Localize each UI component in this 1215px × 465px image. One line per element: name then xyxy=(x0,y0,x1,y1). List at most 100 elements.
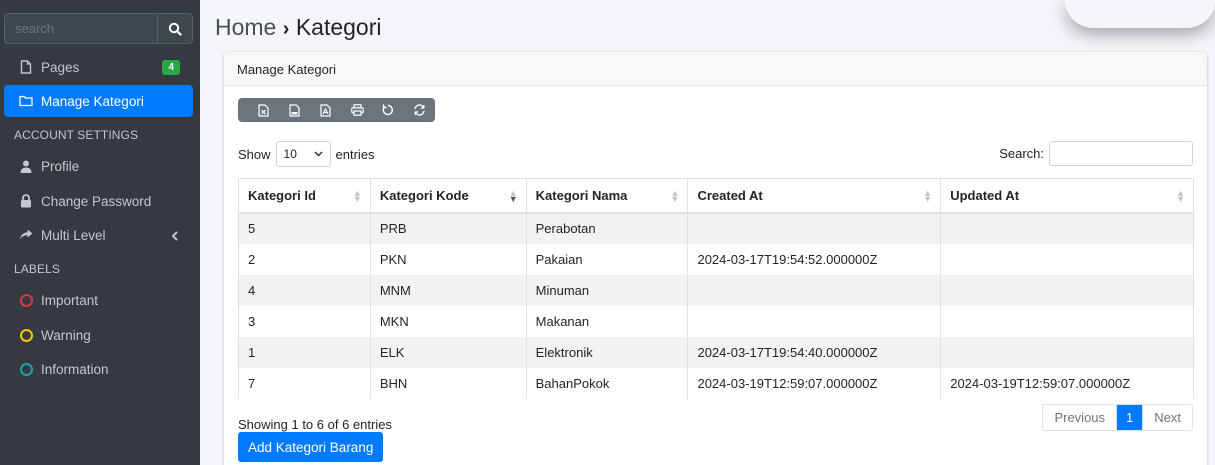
cell-created-at: 2024-03-17T19:54:52.000000Z xyxy=(687,243,942,275)
entries-label: entries xyxy=(335,146,375,162)
sidebar-item-change-password[interactable]: Change Password xyxy=(4,185,193,217)
breadcrumb-separator: › xyxy=(282,18,290,40)
export-csv-button[interactable] xyxy=(279,98,310,122)
card-title: Manage Kategori xyxy=(224,52,1207,86)
cell-kategori-kode: PKN xyxy=(369,243,527,275)
chevron-down-icon xyxy=(314,151,323,157)
breadcrumb-home[interactable]: Home xyxy=(215,14,276,40)
table-search: Search: xyxy=(999,141,1193,166)
sidebar-item-label: Multi Level xyxy=(41,227,106,243)
sidebar: Pages 4 Manage Kategori ACCOUNT SETTINGS… xyxy=(0,0,200,465)
cell-created-at: 2024-03-17T19:54:40.000000Z xyxy=(687,336,942,368)
table-info: Showing 1 to 6 of 6 entries xyxy=(238,417,392,432)
page-1-button[interactable]: 1 xyxy=(1116,405,1143,430)
sidebar-item-important[interactable]: Important xyxy=(4,284,193,316)
sidebar-item-profile[interactable]: Profile xyxy=(4,150,193,182)
cell-kategori-nama: Minuman xyxy=(525,274,689,306)
labels-header: LABELS xyxy=(14,262,60,276)
export-excel-button[interactable] xyxy=(248,98,279,122)
sort-icon: ▲ ▼ xyxy=(1176,188,1185,204)
show-label: Show xyxy=(238,146,271,162)
sidebar-item-label: Profile xyxy=(41,158,80,174)
sidebar-item-label: Important xyxy=(41,292,99,308)
kategori-table: Kategori Id ▲ ▼ Kategori Kode ▲ ▼ Kategori… xyxy=(238,178,1194,399)
entries-select-value: 10 xyxy=(283,147,297,161)
cell-kategori-nama: Perabotan xyxy=(525,212,689,244)
cell-updated-at: 2024-03-19T12:59:07.000000Z xyxy=(940,367,1194,399)
entries-select[interactable]: 10 xyxy=(275,141,331,167)
column-header-label: Kategori Kode xyxy=(379,187,469,203)
pages-count-badge: 4 xyxy=(162,60,180,75)
add-kategori-button[interactable]: Add Kategori Barang xyxy=(238,432,384,462)
print-icon xyxy=(350,104,364,116)
pagination: Previous 1 Next xyxy=(1042,404,1193,431)
sidebar-item-warning[interactable]: Warning xyxy=(4,319,193,351)
lock-icon xyxy=(19,194,33,208)
cell-updated-at xyxy=(940,212,1194,244)
sidebar-search-button[interactable] xyxy=(157,13,193,44)
search-label: Search: xyxy=(999,146,1044,161)
print-button[interactable] xyxy=(342,98,373,122)
circle-icon xyxy=(19,328,33,342)
column-header-label: Kategori Nama xyxy=(535,187,628,203)
table-row: 2 PKN Pakaian 2024-03-17T19:54:52.000000… xyxy=(238,243,1194,275)
sidebar-item-pages[interactable]: Pages 4 xyxy=(4,51,193,83)
kategori-card: Manage Kategori Show 10 entries Search: xyxy=(224,52,1207,465)
cell-created-at xyxy=(687,212,942,244)
sidebar-item-label: Change Password xyxy=(41,193,152,209)
cell-kategori-id: 7 xyxy=(238,367,371,399)
entries-length: Show 10 entries xyxy=(238,141,375,167)
sidebar-search xyxy=(4,13,193,44)
top-decoration xyxy=(1065,0,1215,28)
circle-icon xyxy=(19,362,33,376)
column-header-kategori-nama[interactable]: Kategori Nama ▲ ▼ xyxy=(525,178,689,214)
sidebar-search-input[interactable] xyxy=(4,13,157,44)
previous-page-button[interactable]: Previous xyxy=(1043,405,1116,430)
column-header-kategori-kode[interactable]: Kategori Kode ▲ ▼ xyxy=(369,178,527,214)
sidebar-item-label: Pages xyxy=(41,59,80,75)
cell-kategori-id: 1 xyxy=(238,336,371,368)
sidebar-item-information[interactable]: Information xyxy=(4,353,193,385)
sidebar-item-label: Manage Kategori xyxy=(41,93,144,109)
cell-kategori-kode: MNM xyxy=(369,274,527,306)
cell-created-at xyxy=(687,274,942,306)
table-row: 3 MKN Makanan xyxy=(238,305,1194,337)
export-toolbar xyxy=(238,98,435,122)
reload-icon xyxy=(414,104,425,116)
cell-kategori-kode: MKN xyxy=(369,305,527,337)
share-icon xyxy=(19,228,33,242)
export-pdf-button[interactable] xyxy=(310,98,341,122)
cell-updated-at xyxy=(940,336,1194,368)
table-row: 4 MNM Minuman xyxy=(238,274,1194,306)
file-icon xyxy=(19,60,33,74)
table-row: 7 BHN BahanPokok 2024-03-19T12:59:07.000… xyxy=(238,367,1194,399)
excel-icon xyxy=(258,103,269,117)
breadcrumb-current: Kategori xyxy=(295,14,382,40)
cell-kategori-nama: Pakaian xyxy=(525,243,689,275)
table-header-row: Kategori Id ▲ ▼ Kategori Kode ▲ ▼ Kategori… xyxy=(238,178,1194,214)
sort-icon: ▲ ▼ xyxy=(352,188,362,204)
sidebar-item-multi-level[interactable]: Multi Level xyxy=(4,219,193,251)
reload-button[interactable] xyxy=(404,98,435,122)
table-search-input[interactable] xyxy=(1049,141,1193,166)
cell-kategori-id: 5 xyxy=(238,212,371,244)
column-header-kategori-id[interactable]: Kategori Id ▲ ▼ xyxy=(238,178,371,214)
folder-icon xyxy=(19,94,33,108)
column-header-created-at[interactable]: Created At ▲ ▼ xyxy=(687,178,942,214)
reset-button[interactable] xyxy=(373,98,404,122)
cell-kategori-kode: ELK xyxy=(369,336,527,368)
next-page-button[interactable]: Next xyxy=(1142,405,1192,430)
reset-icon xyxy=(382,104,394,116)
cell-created-at: 2024-03-19T12:59:07.000000Z xyxy=(687,367,942,399)
column-header-updated-at[interactable]: Updated At ▲ ▼ xyxy=(940,178,1194,214)
column-header-label: Updated At xyxy=(950,187,1020,203)
cell-kategori-id: 3 xyxy=(238,305,371,337)
circle-icon xyxy=(19,293,33,307)
sort-icon: ▲ ▼ xyxy=(923,188,933,204)
sidebar-item-manage-kategori[interactable]: Manage Kategori xyxy=(4,85,193,117)
breadcrumb: Home › Kategori xyxy=(215,14,381,41)
cell-kategori-id: 2 xyxy=(238,243,371,275)
cell-kategori-kode: BHN xyxy=(369,367,527,399)
csv-icon xyxy=(289,103,300,117)
cell-created-at xyxy=(687,305,942,337)
